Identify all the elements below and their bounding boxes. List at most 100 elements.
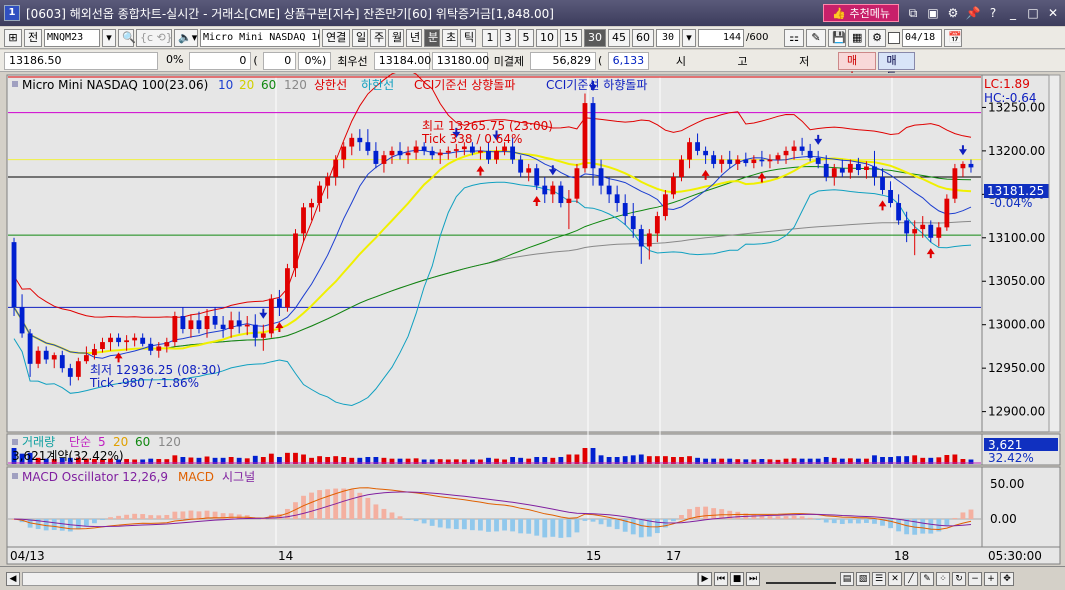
zoom-in-icon[interactable]: + — [984, 571, 998, 586]
period-button-5[interactable]: 초 — [442, 28, 458, 47]
macd-osc-bar — [469, 519, 475, 531]
macd-osc-bar — [75, 519, 81, 530]
stop-icon[interactable]: ■ — [730, 571, 744, 586]
candle-body — [542, 185, 548, 195]
close-icon[interactable]: ✕ — [1045, 5, 1061, 21]
candle-body — [429, 150, 435, 156]
candle-body — [389, 150, 395, 156]
oi-change: 6,133 — [607, 51, 650, 70]
chart-tools-icon[interactable]: ⚏ — [784, 28, 804, 47]
scroll-left-icon[interactable]: ◀ — [6, 571, 20, 586]
macd-osc-bar — [188, 510, 194, 519]
macd-legend-marker — [12, 473, 18, 479]
interval-button-15[interactable]: 15 — [560, 28, 582, 47]
horizontal-scroll-track[interactable] — [22, 571, 698, 586]
candle-body — [711, 155, 717, 164]
ytick-label-3: 13100.00 — [988, 231, 1045, 245]
vertical-scrollbar[interactable] — [1048, 74, 1061, 433]
all-button[interactable]: 전 — [24, 28, 42, 47]
pin-icon[interactable]: 📌 — [965, 5, 981, 21]
grid-icon[interactable]: ▦ — [848, 28, 866, 47]
legend-upper-band: 상한선 — [314, 78, 347, 92]
macd-osc-bar — [815, 519, 821, 520]
candle-body — [188, 320, 194, 330]
macd-osc-bar — [638, 519, 644, 538]
interval-button-45[interactable]: 45 — [608, 28, 630, 47]
interval-button-3[interactable]: 3 — [500, 28, 516, 47]
interval-button-30[interactable]: 30 — [584, 28, 606, 47]
code-icon[interactable]: {c ⟲} — [136, 28, 173, 47]
search-icon[interactable]: 🔍 — [118, 28, 136, 47]
settings-icon[interactable]: ⚙ — [945, 5, 961, 21]
candle-body — [679, 159, 684, 177]
buy-button[interactable]: 매수 — [838, 51, 876, 83]
candle-body — [847, 163, 853, 173]
period-button-2[interactable]: 월 — [388, 28, 404, 47]
macd-osc-bar — [373, 504, 379, 519]
date-input[interactable]: 04/18 — [902, 28, 942, 47]
macd-osc-bar — [534, 519, 540, 536]
recommend-menu-button[interactable]: 👍 추천메뉴 — [823, 4, 899, 22]
window-icon-button[interactable]: ⊞ — [4, 28, 22, 47]
symbol-input[interactable]: MNQM23 — [44, 28, 100, 47]
interval-buttons: 1 3 5 10 15 30 45 60 — [482, 28, 654, 47]
list-icon[interactable]: ☰ — [872, 571, 886, 586]
macd-osc-bar — [325, 489, 331, 519]
save-icon[interactable]: 💾 — [828, 28, 846, 47]
period-button-4[interactable]: 분 — [424, 28, 440, 47]
scroll-right-icon[interactable]: ▶ — [698, 571, 712, 586]
maximize-icon[interactable]: □ — [1025, 5, 1041, 21]
help-icon[interactable]: ? — [985, 5, 1001, 21]
symbol-dropdown-button[interactable]: ▾ — [102, 28, 116, 47]
chart-type-icon[interactable]: ▤ — [840, 571, 854, 586]
interval-dropdown-button[interactable]: ▾ — [682, 28, 696, 47]
window-tile-icon[interactable]: ▣ — [925, 5, 941, 21]
line-icon[interactable]: ╱ — [904, 571, 918, 586]
count-input[interactable]: 144 — [698, 28, 744, 47]
cross-icon[interactable]: ✕ — [888, 571, 902, 586]
macd-osc-bar — [92, 519, 97, 524]
candle-body — [132, 337, 138, 341]
scatter-icon[interactable]: ⁘ — [936, 571, 950, 586]
rewind-icon[interactable]: ⏮ — [714, 571, 728, 586]
x-label-1: 14 — [278, 549, 293, 563]
interval-button-1[interactable]: 1 — [482, 28, 498, 47]
expand-icon[interactable]: ✥ — [1000, 571, 1014, 586]
interval-button-60[interactable]: 60 — [632, 28, 654, 47]
macd-label: MACD — [178, 470, 214, 484]
interval-select[interactable]: 30 — [656, 28, 680, 47]
minimize-icon[interactable]: _ — [1005, 5, 1021, 21]
open-interest-label: 미결제 — [493, 54, 525, 68]
brush-icon[interactable]: ✎ — [920, 571, 934, 586]
period-button-6[interactable]: 틱 — [460, 28, 476, 47]
date-checkbox[interactable] — [888, 31, 900, 44]
macd-osc-bar — [590, 519, 596, 522]
period-button-0[interactable]: 일 — [352, 28, 368, 47]
macd-osc-bar — [309, 492, 314, 519]
low-label: 저 — [799, 54, 810, 68]
overlay-icon[interactable]: ▧ — [856, 571, 870, 586]
period-button-3[interactable]: 년 — [406, 28, 422, 47]
candle-body — [51, 355, 57, 360]
interval-button-10[interactable]: 10 — [536, 28, 558, 47]
sell-button[interactable]: 매도 — [877, 51, 915, 83]
candle-body — [486, 150, 491, 160]
volume-ma5: 5 — [98, 435, 106, 449]
forward-icon[interactable]: ⏭ — [746, 571, 760, 586]
chart-canvas[interactable]: 13250.0013200.0013150.0013100.0013050.00… — [0, 73, 1065, 566]
continuous-button[interactable]: 연결 — [322, 28, 350, 47]
interval-button-5[interactable]: 5 — [518, 28, 534, 47]
link-icon[interactable]: ⧉ — [905, 5, 921, 21]
zoom-out-icon[interactable]: − — [968, 571, 982, 586]
gear-icon[interactable]: ⚙ — [868, 28, 886, 47]
candle-body — [662, 194, 668, 217]
speaker-icon[interactable]: 🔈▾ — [174, 28, 198, 47]
candle-body — [598, 168, 604, 186]
draw-tools-icon[interactable]: ✎ — [806, 28, 826, 47]
candle-body — [815, 157, 821, 164]
calendar-icon[interactable]: 📅 — [944, 28, 962, 47]
period-button-1[interactable]: 주 — [370, 28, 386, 47]
zoom-slider[interactable] — [766, 574, 836, 584]
candle-body — [27, 333, 33, 364]
refresh-icon[interactable]: ↻ — [952, 571, 966, 586]
